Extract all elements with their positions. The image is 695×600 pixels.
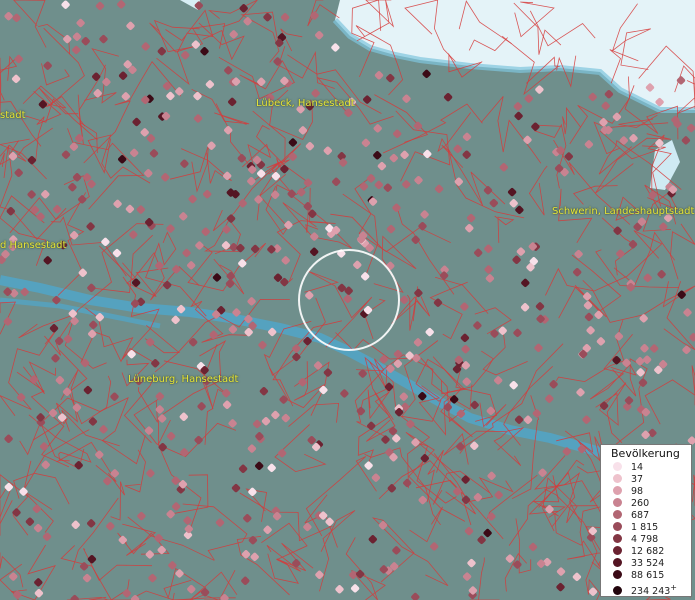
legend-swatch [613, 558, 622, 567]
legend-label: 687 [631, 510, 650, 521]
legend-item: 1 815 [613, 522, 658, 534]
legend-swatch [613, 570, 622, 579]
legend-overflow-marker: + [670, 583, 677, 592]
city-label-luebeck: Lübeck, Hansestadt [256, 98, 355, 109]
legend-swatch [613, 510, 622, 519]
legend-swatch [613, 546, 622, 555]
legend-label: 88 615 [631, 570, 665, 581]
population-legend: Bevölkerung 14 37 98 260 687 1 815 4 798… [600, 444, 692, 597]
city-label-kiel: stadt [0, 110, 26, 121]
legend-swatch [613, 498, 622, 507]
city-label-schwerin: Schwerin, Landeshauptstadt [552, 206, 695, 217]
legend-item: 12 682 [613, 546, 664, 558]
legend-label: 260 [631, 498, 650, 509]
legend-swatch [613, 474, 622, 483]
legend-label: 1 815 [631, 522, 659, 533]
legend-swatch [613, 486, 622, 495]
legend-item: 98 [613, 486, 643, 498]
legend-swatch [613, 462, 622, 471]
legend-item: 33 524 [613, 558, 664, 570]
legend-item: 37 [613, 474, 643, 486]
city-label-lueneburg: Lüneburg, Hansestadt [128, 374, 239, 385]
legend-label: 37 [631, 474, 644, 485]
legend-label: 12 682 [631, 546, 665, 557]
legend-item: 234 243+ [613, 582, 677, 598]
legend-label: 234 243 [631, 586, 671, 598]
legend-label: 98 [631, 486, 644, 497]
legend-item: 14 [613, 462, 643, 474]
map-canvas [0, 0, 695, 600]
legend-title: Bevölkerung [611, 447, 680, 460]
legend-label: 4 798 [631, 534, 659, 545]
legend-swatch [613, 586, 622, 596]
population-map[interactable]: Lübeck, Hansestadt Schwerin, Landeshaupt… [0, 0, 695, 600]
legend-swatch [613, 522, 622, 531]
legend-label: 33 524 [631, 558, 665, 569]
legend-item: 260 [613, 498, 649, 510]
legend-item: 687 [613, 510, 649, 522]
legend-item: 88 615 [613, 570, 664, 582]
city-label-hamburg: d Hansestadt [0, 240, 67, 251]
legend-swatch [613, 534, 622, 543]
legend-label: 14 [631, 462, 644, 473]
legend-item: 4 798 [613, 534, 658, 546]
